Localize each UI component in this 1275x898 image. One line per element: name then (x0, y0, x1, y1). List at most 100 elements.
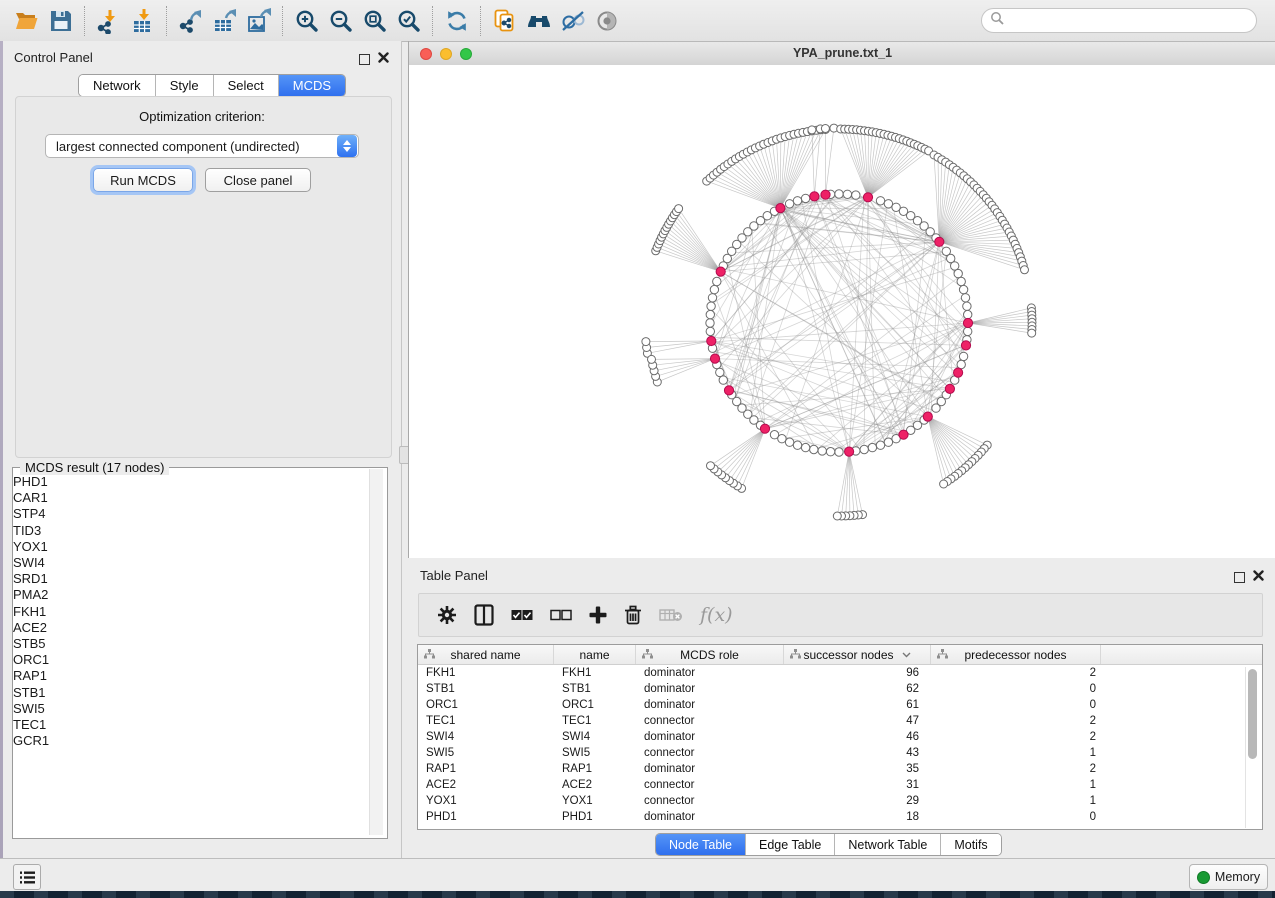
column-type-icon (424, 649, 435, 659)
show-eye-icon[interactable] (590, 4, 624, 38)
mcds-result-item[interactable]: STB5 (13, 636, 361, 652)
search-icon (990, 11, 1005, 31)
export-image-icon[interactable] (242, 4, 276, 38)
column-header-shared-name[interactable]: shared name (418, 645, 554, 664)
mcds-result-item[interactable]: ORC1 (13, 652, 361, 668)
global-search-field[interactable] (981, 8, 1257, 33)
table-row[interactable]: RAP1RAP1dominator352 (418, 761, 1262, 777)
mcds-result-item[interactable]: FKH1 (13, 604, 361, 620)
tab-node-table[interactable]: Node Table (656, 834, 746, 855)
column-header-MCDS-role[interactable]: MCDS role (636, 645, 784, 664)
table-options-gear-icon[interactable] (437, 605, 457, 625)
export-network-icon[interactable] (174, 4, 208, 38)
mcds-result-item[interactable]: SWI5 (13, 701, 361, 717)
table-cell: 0 (931, 699, 1101, 711)
close-table-panel-icon[interactable] (1253, 568, 1264, 586)
table-row[interactable]: STB1STB1dominator620 (418, 681, 1262, 697)
column-type-icon (790, 649, 801, 659)
export-table-icon[interactable] (208, 4, 242, 38)
tab-network[interactable]: Network (79, 75, 156, 96)
table-cell: dominator (636, 731, 784, 743)
table-row[interactable]: TEC1TEC1connector472 (418, 713, 1262, 729)
mcds-result-item[interactable]: CAR1 (13, 490, 361, 506)
table-row[interactable]: FKH1FKH1dominator962 (418, 665, 1262, 681)
network-window-titlebar[interactable]: YPA_prune.txt_1 (409, 42, 1275, 66)
table-cell: PHD1 (554, 811, 636, 823)
memory-status-button[interactable]: Memory (1189, 864, 1268, 890)
minimize-window-traffic-light[interactable] (440, 48, 452, 60)
tab-edge-table[interactable]: Edge Table (746, 834, 835, 855)
delete-column-trash-icon[interactable] (624, 605, 642, 625)
column-header-name[interactable]: name (554, 645, 636, 664)
table-row[interactable]: ACE2ACE2connector311 (418, 777, 1262, 793)
tab-motifs[interactable]: Motifs (941, 834, 1000, 855)
close-panel-button[interactable]: Close panel (205, 168, 311, 192)
table-row[interactable]: YOX1YOX1connector291 (418, 793, 1262, 809)
search-input[interactable] (1005, 10, 1256, 32)
zoom-window-traffic-light[interactable] (460, 48, 472, 60)
zoom-in-icon[interactable] (290, 4, 324, 38)
mcds-result-item[interactable]: TID3 (13, 523, 361, 539)
float-table-panel-icon[interactable] (1234, 572, 1245, 583)
mcds-result-item[interactable]: SRD1 (13, 571, 361, 587)
table-scrollbar[interactable] (1245, 667, 1259, 828)
hide-panel-glasses-icon[interactable] (556, 4, 590, 38)
open-file-icon[interactable] (10, 4, 44, 38)
table-cell: TEC1 (554, 715, 636, 727)
task-history-list-button[interactable] (13, 864, 41, 890)
import-table-icon[interactable] (126, 4, 160, 38)
clone-network-icon[interactable] (488, 4, 522, 38)
split-columns-icon[interactable] (474, 604, 494, 626)
add-column-plus-icon[interactable] (589, 606, 607, 624)
table-row[interactable]: SWI4SWI4dominator462 (418, 729, 1262, 745)
zoom-out-icon[interactable] (324, 4, 358, 38)
deselect-all-icon[interactable] (550, 609, 572, 621)
scrollbar-thumb[interactable] (1248, 669, 1257, 759)
mcds-result-list[interactable]: PHD1CAR1STP4TID3YOX1SWI4SRD1PMA2FKH1ACE2… (13, 474, 361, 830)
run-mcds-button[interactable]: Run MCDS (93, 168, 193, 192)
refresh-view-icon[interactable] (440, 4, 474, 38)
mcds-result-item[interactable]: YOX1 (13, 539, 361, 555)
network-window-title: YPA_prune.txt_1 (409, 46, 1275, 60)
table-cell: RAP1 (418, 763, 554, 775)
mcds-result-item[interactable]: RAP1 (13, 668, 361, 684)
float-panel-icon[interactable] (359, 54, 370, 65)
table-cell: 62 (784, 683, 931, 695)
save-session-icon[interactable] (44, 4, 78, 38)
mcds-result-item[interactable]: SWI4 (13, 555, 361, 571)
tab-select[interactable]: Select (214, 75, 279, 96)
chevron-down-icon[interactable] (902, 652, 911, 658)
mcds-result-item[interactable]: PHD1 (13, 474, 361, 490)
network-canvas[interactable] (409, 65, 1275, 558)
tab-network-table[interactable]: Network Table (835, 834, 941, 855)
table-cell: FKH1 (418, 667, 554, 679)
table-cell: 35 (784, 763, 931, 775)
table-cell: 29 (784, 795, 931, 807)
zoom-selected-icon[interactable] (392, 4, 426, 38)
mcds-result-item[interactable]: GCR1 (13, 733, 361, 749)
toolbar-separator (84, 6, 86, 36)
search-binoculars-icon[interactable] (522, 4, 556, 38)
table-row[interactable]: SWI5SWI5connector431 (418, 745, 1262, 761)
close-panel-icon[interactable] (378, 50, 389, 68)
import-network-icon[interactable] (92, 4, 126, 38)
table-cell: 43 (784, 747, 931, 759)
close-window-traffic-light[interactable] (420, 48, 432, 60)
criterion-dropdown[interactable]: largest connected component (undirected) (45, 134, 359, 158)
mcds-result-item[interactable]: TEC1 (13, 717, 361, 733)
table-row[interactable]: PHD1PHD1dominator180 (418, 809, 1262, 825)
column-header-successor-nodes[interactable]: successor nodes (784, 645, 931, 664)
zoom-fit-icon[interactable] (358, 4, 392, 38)
mcds-result-item[interactable]: ACE2 (13, 620, 361, 636)
result-scrollbar[interactable] (369, 469, 383, 835)
tab-style[interactable]: Style (156, 75, 214, 96)
mcds-result-item[interactable]: PMA2 (13, 587, 361, 603)
mcds-result-item[interactable]: STP4 (13, 506, 361, 522)
table-cell: STB1 (554, 683, 636, 695)
select-all-check-icon[interactable] (511, 609, 533, 621)
column-header-predecessor-nodes[interactable]: predecessor nodes (931, 645, 1101, 664)
tab-mcds[interactable]: MCDS (279, 75, 345, 96)
toolbar-separator (166, 6, 168, 36)
mcds-result-item[interactable]: STB1 (13, 685, 361, 701)
table-row[interactable]: ORC1ORC1dominator610 (418, 697, 1262, 713)
